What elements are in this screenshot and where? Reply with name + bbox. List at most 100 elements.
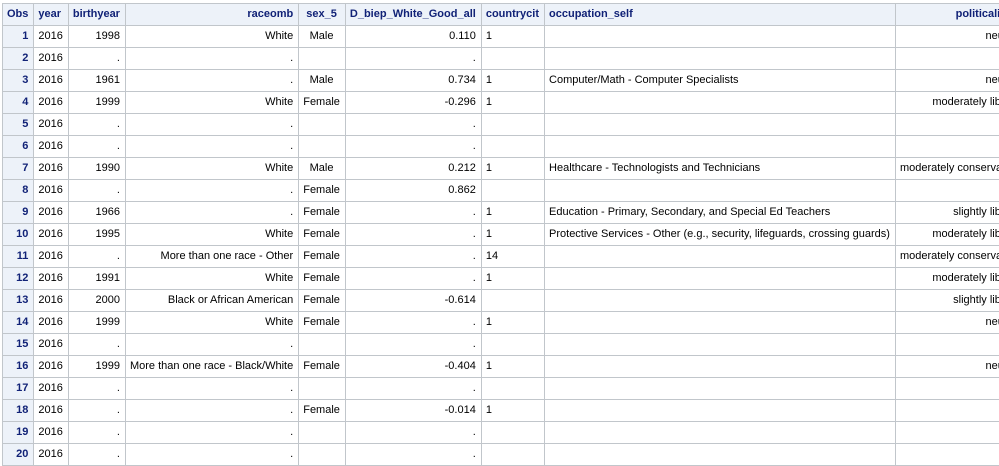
cell-d_biep: . [345,334,481,356]
row-obs-header: 8 [3,180,34,202]
row-obs-header: 18 [3,400,34,422]
cell-countrycit: 1 [481,224,544,246]
table-row: 1020161995WhiteFemale.1Protective Servic… [3,224,999,246]
cell-raceomb: . [125,180,298,202]
cell-countrycit: 1 [481,400,544,422]
cell-countrycit: 1 [481,92,544,114]
cell-year: 2016 [34,312,68,334]
cell-birthyear: 1998 [68,26,125,48]
cell-raceomb: White [125,224,298,246]
cell-countrycit: 1 [481,202,544,224]
cell-politicalid_7: slightly liberal [895,290,999,312]
cell-raceomb: . [125,378,298,400]
cell-year: 2016 [34,70,68,92]
cell-birthyear: . [68,114,125,136]
cell-politicalid_7 [895,378,999,400]
row-obs-header: 10 [3,224,34,246]
row-obs-header: 17 [3,378,34,400]
cell-politicalid_7: moderately conservative [895,246,999,268]
table-row: 202016.... [3,444,999,466]
cell-sex_5: Female [299,356,346,378]
table-row: 172016.... [3,378,999,400]
cell-sex_5: Female [299,312,346,334]
cell-birthyear: . [68,334,125,356]
cell-countrycit: 14 [481,246,544,268]
cell-d_biep: 0.734 [345,70,481,92]
cell-occupation_self [545,180,896,202]
cell-countrycit: 1 [481,356,544,378]
cell-occupation_self [545,246,896,268]
table-row: 320161961.Male0.7341Computer/Math - Comp… [3,70,999,92]
column-header-raceomb: raceomb [125,4,298,26]
cell-sex_5 [299,114,346,136]
cell-sex_5 [299,136,346,158]
cell-year: 2016 [34,334,68,356]
cell-birthyear: 1961 [68,70,125,92]
cell-year: 2016 [34,444,68,466]
cell-year: 2016 [34,246,68,268]
cell-politicalid_7 [895,136,999,158]
table-row: 182016..Female-0.0141. [3,400,999,422]
cell-d_biep: . [345,268,481,290]
cell-occupation_self [545,444,896,466]
cell-year: 2016 [34,202,68,224]
cell-year: 2016 [34,378,68,400]
cell-birthyear: . [68,400,125,422]
cell-sex_5: Male [299,70,346,92]
cell-raceomb: . [125,400,298,422]
column-header-year: year [34,4,68,26]
cell-countrycit: 1 [481,268,544,290]
row-obs-header: 14 [3,312,34,334]
cell-year: 2016 [34,114,68,136]
row-obs-header: 5 [3,114,34,136]
cell-raceomb: White [125,158,298,180]
table-row: 420161999WhiteFemale-0.2961moderately li… [3,92,999,114]
cell-year: 2016 [34,92,68,114]
sas-output-viewer: Obsyearbirthyearraceombsex_5D_biep_White… [0,0,999,466]
table-row: 1220161991WhiteFemale.1moderately libera… [3,268,999,290]
cell-raceomb: . [125,48,298,70]
row-obs-header: 11 [3,246,34,268]
cell-raceomb: . [125,202,298,224]
cell-politicalid_7 [895,334,999,356]
cell-birthyear: . [68,378,125,400]
cell-occupation_self [545,290,896,312]
cell-sex_5: Female [299,268,346,290]
table-row: 1420161999WhiteFemale.1neutral17 [3,312,999,334]
row-obs-header: 15 [3,334,34,356]
cell-raceomb: . [125,334,298,356]
cell-birthyear: 1999 [68,92,125,114]
column-header-occupation_self: occupation_self [545,4,896,26]
cell-occupation_self [545,334,896,356]
cell-raceomb: . [125,114,298,136]
column-header-politicalid_7: politicalid_7 [895,4,999,26]
row-obs-header: 4 [3,92,34,114]
cell-countrycit [481,114,544,136]
cell-birthyear: . [68,48,125,70]
cell-countrycit [481,444,544,466]
table-row: 52016.... [3,114,999,136]
cell-occupation_self: Computer/Math - Computer Specialists [545,70,896,92]
cell-birthyear: 1991 [68,268,125,290]
cell-d_biep: . [345,444,481,466]
cell-politicalid_7: moderately liberal [895,92,999,114]
cell-politicalid_7: neutral [895,312,999,334]
cell-politicalid_7: neutral [895,70,999,92]
cell-politicalid_7: neutral [895,356,999,378]
cell-d_biep: . [345,422,481,444]
cell-countrycit [481,290,544,312]
row-obs-header: 13 [3,290,34,312]
table-row: 192016.... [3,422,999,444]
cell-occupation_self [545,114,896,136]
cell-sex_5 [299,48,346,70]
row-obs-header: 12 [3,268,34,290]
cell-sex_5: Male [299,158,346,180]
cell-politicalid_7: neutral [895,26,999,48]
cell-d_biep: 0.110 [345,26,481,48]
cell-sex_5: Female [299,180,346,202]
cell-raceomb: . [125,136,298,158]
table-row: 1620161999More than one race - Black/Whi… [3,356,999,378]
row-obs-header: 1 [3,26,34,48]
cell-birthyear: 1995 [68,224,125,246]
column-header-d_biep: D_biep_White_Good_all [345,4,481,26]
